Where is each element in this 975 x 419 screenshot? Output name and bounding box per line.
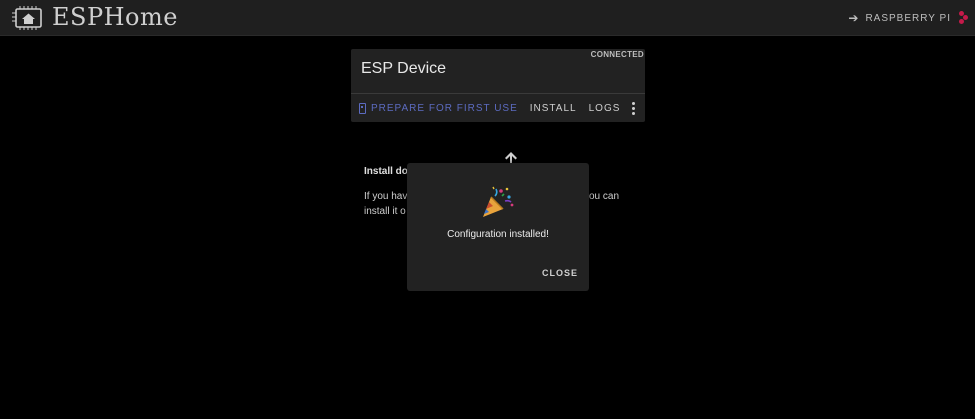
prepare-label: PREPARE FOR FIRST USE — [371, 102, 518, 114]
status-badge: CONNECTED — [590, 50, 644, 59]
logs-button[interactable]: LOGS — [589, 103, 621, 114]
app-title: ESPHome — [52, 3, 178, 31]
install-text-line: ou can — [589, 191, 620, 202]
dialog-message: Configuration installed! — [447, 229, 549, 240]
device-card: CONNECTED ESP Device PREPARE FOR FIRST U… — [351, 49, 645, 122]
usb-icon — [359, 102, 366, 114]
install-heading: Install do — [364, 166, 408, 177]
arrow-right-icon: ➔ — [848, 11, 860, 25]
esphome-logo-icon — [12, 6, 42, 30]
success-dialog: Configuration installed! CLOSE — [407, 163, 589, 291]
card-actions: PREPARE FOR FIRST USE INSTALL LOGS — [351, 94, 645, 122]
party-popper-icon — [483, 186, 514, 217]
device-name: ESP Device — [361, 60, 447, 77]
app-header: ESPHome ➔ RASPBERRY PI — [0, 0, 975, 36]
more-vert-icon[interactable] — [632, 102, 635, 115]
install-text-line: install it o — [364, 206, 406, 217]
raspberry-pi-label: RASPBERRY PI — [865, 12, 951, 24]
install-button[interactable]: INSTALL — [530, 103, 577, 114]
raspberry-pi-link[interactable]: ➔ RASPBERRY PI — [848, 11, 968, 25]
close-button[interactable]: CLOSE — [542, 268, 578, 278]
install-text-line: If you hav — [364, 191, 408, 202]
raspberry-pi-icon — [959, 11, 968, 25]
prepare-for-first-use-button[interactable]: PREPARE FOR FIRST USE — [359, 102, 518, 114]
